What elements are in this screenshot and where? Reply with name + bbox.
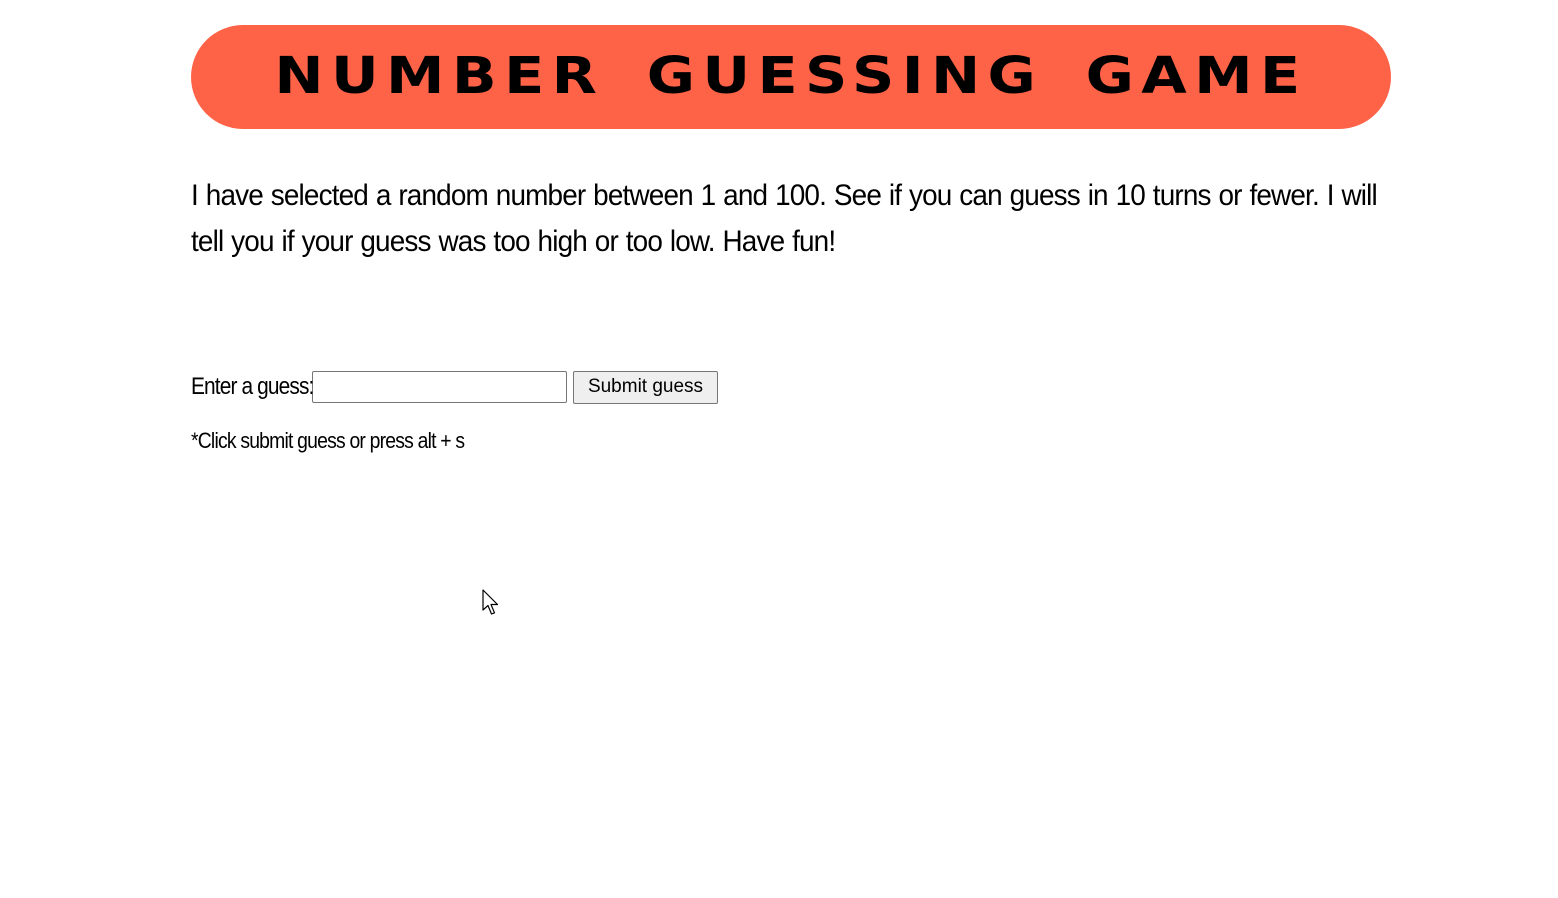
page-title: NUMBER GUESSING GAME [274,47,1308,106]
guess-input[interactable] [312,371,567,403]
guess-form: Enter a guess: Submit guess [191,370,718,404]
intro-paragraph: I have selected a random number between … [191,179,1378,258]
guess-label: Enter a guess: [191,373,314,400]
mouse-pointer-icon [482,589,499,615]
submit-guess-button[interactable]: Submit guess [573,370,718,404]
keyboard-hint: *Click submit guess or press alt + s [191,428,465,453]
game-page: NUMBER GUESSING GAME I have selected a r… [191,25,1391,453]
title-banner: NUMBER GUESSING GAME [191,25,1391,129]
